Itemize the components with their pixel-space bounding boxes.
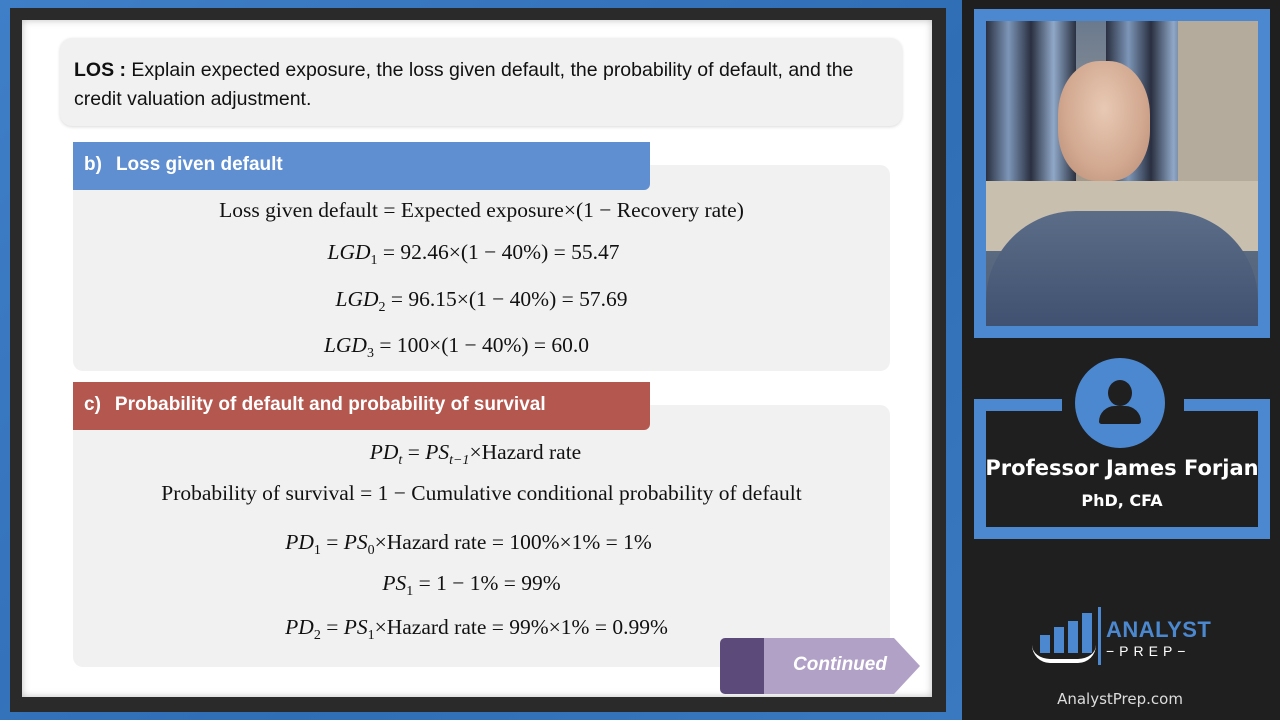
section-c-header: c) Probability of default and probability…	[73, 382, 650, 430]
lgd-row-3: LGD3 = 100×(1 − 40%) = 60.0	[323, 333, 590, 361]
presenter-video	[986, 21, 1258, 326]
video-presenter-shirt	[986, 211, 1258, 326]
section-b-title: Loss given default	[115, 154, 283, 175]
section-b-header: b) Loss given default	[73, 142, 650, 190]
video-presenter-head	[1058, 61, 1150, 181]
analystprep-logo: ANALYST −PREP−	[1030, 605, 1212, 675]
lgd-formula: Loss given default = Expected exposure×(…	[219, 198, 744, 222]
section-c-marker: c)	[84, 394, 101, 415]
pd-row-1: PD1 = PS0×Hazard rate = 100%×1% = 1%	[285, 530, 652, 558]
continued-label: Continued	[793, 654, 887, 675]
lgd-row-2: LGD2 = 96.15×(1 − 40%) = 57.69	[335, 287, 628, 315]
pd-row-2: PD2 = PS1×Hazard rate = 99%×1% = 0.99%	[285, 615, 668, 643]
logo-word-prep: −PREP−	[1106, 643, 1191, 659]
section-b-marker: b)	[84, 154, 102, 175]
section-c-title: Probability of default and probability o…	[114, 394, 546, 415]
presenter-credentials: PhD, CFA	[1081, 491, 1163, 510]
pd-formula: PDt = PSt−1×Hazard rate	[369, 440, 582, 468]
logo-word-analyst: ANALYST	[1106, 617, 1212, 642]
los-box: LOS : Explain expected exposure, the los…	[60, 38, 902, 126]
ps-row-1: PS1 = 1 − 1% = 99%	[382, 571, 561, 599]
los-text: Explain expected exposure, the loss give…	[74, 59, 854, 110]
los-label: LOS :	[74, 59, 126, 81]
continued-button[interactable]: Continued	[720, 638, 920, 694]
presenter-name: Professor James Forjan	[985, 456, 1259, 480]
ps-formula: Probability of survival = 1 − Cumulative…	[161, 481, 802, 505]
continued-accent	[720, 638, 764, 694]
logo-swoosh-icon	[1032, 645, 1096, 663]
site-url: AnalystPrep.com	[1057, 690, 1183, 708]
logo-divider	[1098, 607, 1101, 665]
user-avatar-icon	[1075, 358, 1165, 448]
lgd-row-1: LGD1 = 92.46×(1 − 40%) = 55.47	[327, 240, 620, 268]
